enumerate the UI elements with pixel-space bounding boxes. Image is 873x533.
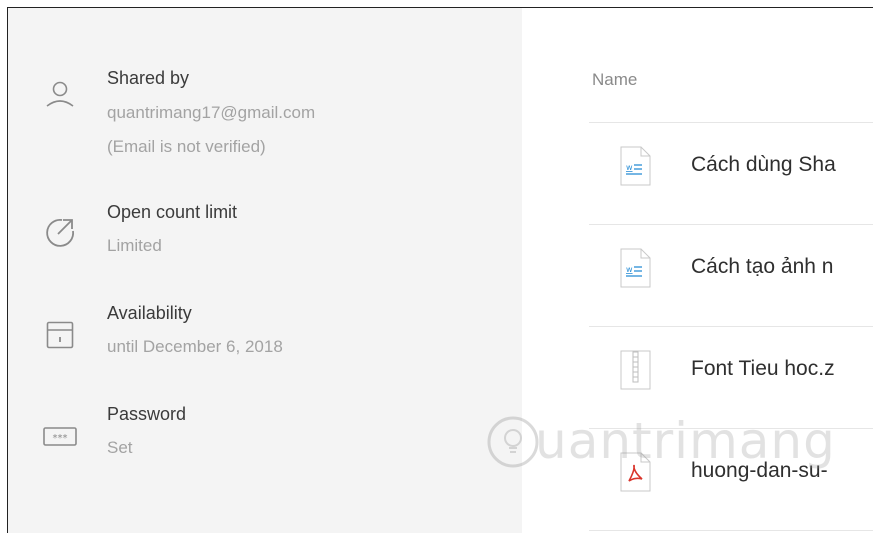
file-row[interactable]: Font Tieu hoc.z <box>589 327 873 427</box>
shared-by-title: Shared by <box>107 68 190 88</box>
file-row[interactable]: w Cách tạo ảnh n <box>589 225 873 325</box>
open-count-value: Limited <box>107 236 162 255</box>
file-name: Cách dùng Sha <box>691 153 836 176</box>
share-details-panel: Shared by quantrimang17@gmail.com (Email… <box>8 8 522 533</box>
file-name: huong-dan-su- <box>691 459 828 482</box>
word-doc-icon: w <box>620 248 651 288</box>
file-row[interactable]: w Cách dùng Sha <box>589 123 873 223</box>
zip-file-icon <box>620 350 651 390</box>
external-link-icon <box>46 219 74 247</box>
availability-value: until December 6, 2018 <box>107 337 283 356</box>
svg-text:w: w <box>626 163 633 172</box>
file-name: Cách tạo ảnh n <box>691 255 834 278</box>
password-value: Set <box>107 438 133 457</box>
file-list-panel: Name w Cách dùng Sha w Cách tạo ảnh n Fo… <box>522 8 873 533</box>
password-title: Password <box>107 404 187 424</box>
shared-by-email: quantrimang17@gmail.com <box>107 103 316 122</box>
word-doc-icon: w <box>620 146 651 186</box>
calendar-icon <box>46 321 74 349</box>
svg-text:***: *** <box>53 433 68 444</box>
open-count-title: Open count limit <box>107 202 238 222</box>
user-icon <box>46 81 74 107</box>
name-column-header[interactable]: Name <box>592 70 637 90</box>
file-name: Font Tieu hoc.z <box>691 357 835 380</box>
svg-text:w: w <box>626 265 633 274</box>
availability-title: Availability <box>107 303 192 323</box>
row-divider <box>589 530 873 531</box>
pdf-file-icon <box>620 452 651 492</box>
password-icon: *** <box>43 427 77 446</box>
email-verification-note: (Email is not verified) <box>107 137 266 156</box>
file-row[interactable]: huong-dan-su- <box>589 429 873 529</box>
